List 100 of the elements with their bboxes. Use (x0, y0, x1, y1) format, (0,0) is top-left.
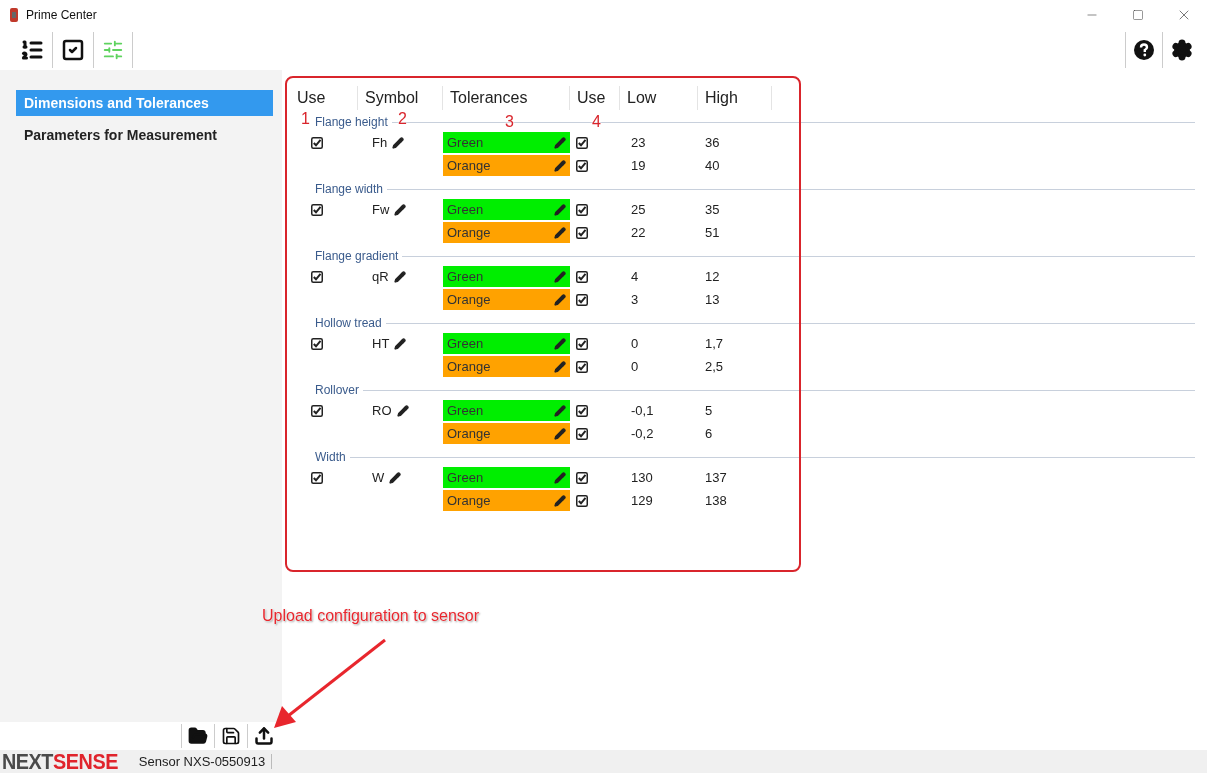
checkbox[interactable] (576, 203, 588, 216)
pencil-icon[interactable] (396, 404, 409, 417)
tolerance-bar[interactable]: Green (443, 132, 570, 153)
pencil-icon[interactable] (392, 136, 405, 149)
high-value: 35 (704, 202, 720, 217)
tolerance-bar[interactable]: Green (443, 467, 570, 488)
checkbox[interactable] (576, 136, 588, 149)
marker-number: 4 (592, 113, 601, 131)
high-value: 5 (704, 403, 713, 418)
low-value: 4 (630, 269, 639, 284)
column-header: Use (290, 86, 358, 110)
high-value: 36 (704, 135, 720, 150)
pencil-icon[interactable] (554, 337, 566, 350)
checkbox[interactable] (576, 404, 588, 417)
low-value: 19 (630, 158, 646, 173)
symbol-text: HT (372, 336, 390, 351)
tolerance-bar[interactable]: Orange (443, 423, 570, 444)
pencil-icon[interactable] (554, 203, 566, 216)
upload-icon[interactable] (254, 726, 274, 746)
symbol-text: RO (372, 403, 392, 418)
checkbox[interactable] (576, 427, 588, 440)
low-value: 130 (630, 470, 653, 485)
symbol-text: qR (372, 269, 389, 284)
checkbox[interactable] (576, 494, 588, 507)
high-value: 138 (704, 493, 727, 508)
marker-number: 3 (505, 113, 514, 131)
checkbox[interactable] (576, 471, 588, 484)
checkbox[interactable] (311, 136, 323, 149)
pencil-icon[interactable] (394, 337, 407, 350)
pencil-icon[interactable] (393, 270, 406, 283)
pencil-icon[interactable] (554, 404, 566, 417)
sidebar-item[interactable]: Parameters for Measurement (16, 122, 273, 148)
numbered-list-icon[interactable] (20, 38, 44, 62)
checkbox[interactable] (311, 404, 323, 417)
pencil-icon[interactable] (554, 136, 566, 149)
low-value: 0 (630, 336, 639, 351)
checkbox[interactable] (576, 226, 588, 239)
help-icon[interactable] (1134, 40, 1154, 60)
high-value: 40 (704, 158, 720, 173)
checkbox[interactable] (311, 270, 323, 283)
checkbox[interactable] (576, 270, 588, 283)
sliders-icon[interactable] (102, 39, 124, 61)
tolerance-bar[interactable]: Orange (443, 222, 570, 243)
marker-number: 1 (301, 110, 310, 128)
tolerance-bar[interactable]: Orange (443, 356, 570, 377)
column-header: Use (570, 86, 620, 110)
group-title: Rollover (315, 383, 359, 397)
checkbox[interactable] (576, 159, 588, 172)
group-title: Width (315, 450, 346, 464)
low-value: 3 (630, 292, 639, 307)
settings-icon[interactable] (1171, 39, 1193, 61)
pencil-icon[interactable] (554, 494, 566, 507)
sensor-label: Sensor NXS-0550913 (132, 754, 273, 769)
brand-logo: NEXTSENSE (2, 748, 119, 773)
low-value: -0,2 (630, 426, 654, 441)
callout-text: Upload configuration to sensor (262, 607, 480, 625)
pencil-icon[interactable] (554, 226, 566, 239)
checkbox[interactable] (576, 293, 588, 306)
maximize-icon[interactable] (1132, 9, 1144, 21)
window-title: Prime Center (26, 8, 98, 22)
tolerance-bar[interactable]: Green (443, 199, 570, 220)
tolerance-bar[interactable]: Green (443, 266, 570, 287)
tolerance-bar[interactable]: Orange (443, 155, 570, 176)
pencil-icon[interactable] (554, 293, 566, 306)
pencil-icon[interactable] (554, 427, 566, 440)
checkbox[interactable] (576, 360, 588, 373)
tolerance-bar[interactable]: Orange (443, 490, 570, 511)
marker-number: 2 (398, 110, 407, 128)
checkbox[interactable] (311, 203, 323, 216)
high-value: 13 (704, 292, 720, 307)
pencil-icon[interactable] (554, 270, 566, 283)
low-value: 129 (630, 493, 653, 508)
folder-icon[interactable] (188, 726, 208, 746)
group-title: Flange width (315, 182, 384, 196)
symbol-text: W (372, 470, 385, 485)
group-title: Flange height (315, 115, 388, 129)
checkbox[interactable] (576, 337, 588, 350)
column-header: High (698, 86, 772, 110)
tolerance-bar[interactable]: Green (443, 333, 570, 354)
save-icon[interactable] (221, 726, 241, 746)
pencil-icon[interactable] (554, 471, 566, 484)
pencil-icon[interactable] (554, 159, 566, 172)
checkbox[interactable] (311, 471, 323, 484)
pencil-icon[interactable] (394, 203, 407, 216)
pencil-icon[interactable] (389, 471, 402, 484)
checkbox[interactable] (311, 337, 323, 350)
column-header: Symbol (358, 86, 443, 110)
checkbox-icon[interactable] (61, 38, 85, 62)
tolerance-bar[interactable]: Orange (443, 289, 570, 310)
high-value: 2,5 (704, 359, 724, 374)
high-value: 51 (704, 225, 720, 240)
pencil-icon[interactable] (554, 360, 566, 373)
tolerance-bar[interactable]: Green (443, 400, 570, 421)
symbol-text: Fh (372, 135, 388, 150)
group-title: Flange gradient (315, 249, 399, 263)
low-value: 23 (630, 135, 646, 150)
low-value: 0 (630, 359, 639, 374)
high-value: 137 (704, 470, 727, 485)
symbol-text: Fw (372, 202, 390, 217)
high-value: 1,7 (704, 336, 724, 351)
